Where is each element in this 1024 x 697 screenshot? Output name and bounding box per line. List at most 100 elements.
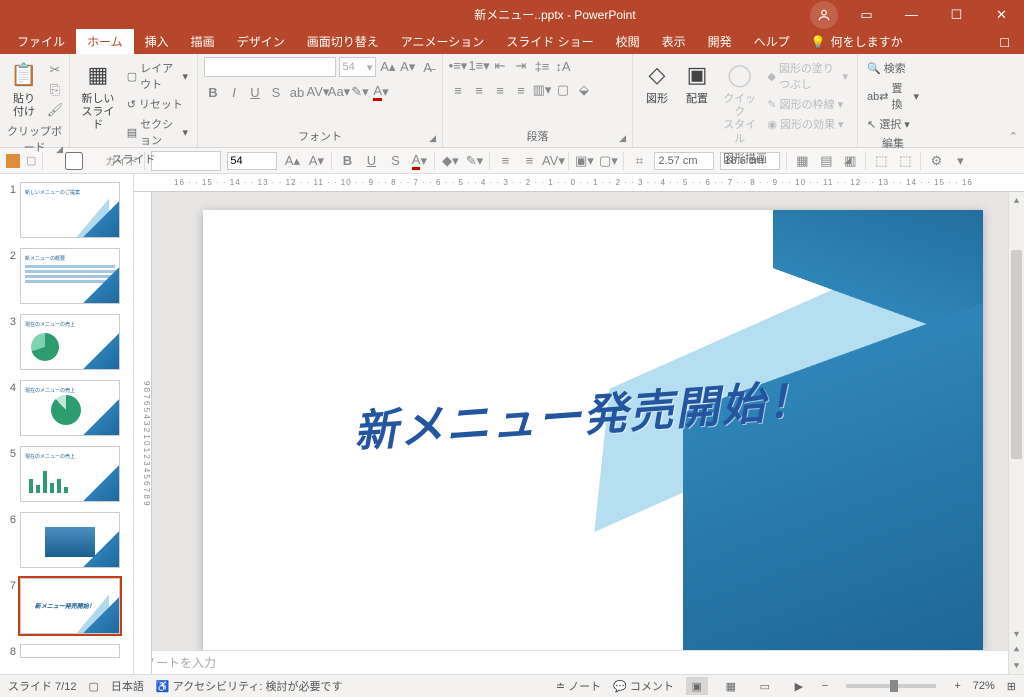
- qat-spacing-icon[interactable]: AV▾: [544, 152, 562, 170]
- thumb-5[interactable]: 5現在のメニューの売上: [0, 444, 133, 510]
- copy-icon[interactable]: ⎘: [46, 81, 64, 99]
- tab-design[interactable]: デザイン: [226, 29, 296, 54]
- justify-icon[interactable]: ≡: [512, 81, 530, 99]
- underline-icon[interactable]: U: [246, 83, 264, 101]
- tab-slideshow[interactable]: スライド ショー: [495, 29, 604, 54]
- slide-canvas-wrap[interactable]: 新メニュー発売開始！: [134, 192, 1024, 650]
- clear-format-icon[interactable]: A̶: [419, 58, 436, 76]
- tab-help[interactable]: ヘルプ: [743, 29, 801, 54]
- slide-thumbnails[interactable]: 1新しいメニューのご提案 2新メニューの概要 3現在のメニューの売上 4現在のメ…: [0, 174, 134, 674]
- find-button[interactable]: 🔍 検索: [864, 59, 922, 77]
- thumb-7[interactable]: 7新メニュー発売開始！: [0, 576, 133, 642]
- accessibility-status[interactable]: ♿ アクセシビリティ: 検討が必要です: [156, 678, 343, 694]
- fit-window-icon[interactable]: ⊞: [1007, 680, 1016, 693]
- spell-check-icon[interactable]: ▢: [88, 680, 98, 693]
- scroll-up-icon[interactable]: ▴: [1009, 192, 1024, 208]
- font-color-icon[interactable]: A▾: [372, 83, 390, 101]
- qat-underline-icon[interactable]: U: [362, 152, 380, 170]
- horizontal-ruler[interactable]: 16 · · 15 · · 14 · · 13 · · 12 · · 11 · …: [134, 174, 1024, 192]
- format-painter-icon[interactable]: 🖌: [46, 101, 64, 119]
- thumb-3[interactable]: 3現在のメニューの売上: [0, 312, 133, 378]
- numbering-icon[interactable]: 1≡▾: [470, 57, 488, 75]
- layout-button[interactable]: ▢ レイアウト ▾: [124, 59, 191, 93]
- indent-inc-icon[interactable]: ⇥: [512, 57, 530, 75]
- qat-bring-front-icon[interactable]: ▣▾: [575, 152, 593, 170]
- thumb-4[interactable]: 4現在のメニューの売上: [0, 378, 133, 444]
- qat-color-icon[interactable]: A▾: [410, 152, 428, 170]
- highlight-icon[interactable]: ✎▾: [351, 83, 369, 101]
- slide-counter[interactable]: スライド 7/12: [8, 678, 76, 694]
- bullets-icon[interactable]: •≡▾: [449, 57, 467, 75]
- shape-fill-button[interactable]: ◆ 図形の塗りつぶし ▾: [764, 59, 851, 93]
- tab-developer[interactable]: 開発: [697, 29, 743, 54]
- thumb-6[interactable]: 6: [0, 510, 133, 576]
- qat-more-icon[interactable]: ▾: [951, 152, 969, 170]
- zoom-in-icon[interactable]: +: [954, 680, 960, 692]
- increase-font-icon[interactable]: A▴: [379, 58, 396, 76]
- close-button[interactable]: ✕: [979, 0, 1024, 29]
- align-right-icon[interactable]: ≡: [491, 81, 509, 99]
- qat-send-back-icon[interactable]: ▢▾: [599, 152, 617, 170]
- italic-icon[interactable]: I: [225, 83, 243, 101]
- strike-icon[interactable]: S: [267, 83, 285, 101]
- columns-icon[interactable]: ▥▾: [533, 81, 551, 99]
- select-button[interactable]: ↖ 選択 ▾: [864, 115, 922, 133]
- qat-inc-font-icon[interactable]: A▴: [283, 152, 301, 170]
- minimize-button[interactable]: —: [889, 0, 934, 29]
- qat-font-size[interactable]: [227, 152, 277, 170]
- shape-effects-button[interactable]: ◉ 図形の効果 ▾: [764, 115, 851, 133]
- notes-toggle[interactable]: ≐ ノート: [556, 678, 601, 694]
- qat-strike-icon[interactable]: S: [386, 152, 404, 170]
- shadow-icon[interactable]: ab: [288, 83, 306, 101]
- tab-transitions[interactable]: 画面切り替え: [296, 29, 390, 54]
- font-name-input[interactable]: [204, 57, 336, 77]
- new-slide-button[interactable]: ▦ 新しい スライド: [76, 57, 120, 135]
- decrease-font-icon[interactable]: A▾: [399, 58, 416, 76]
- reset-button[interactable]: ↺ リセット: [124, 95, 191, 113]
- align-left-icon[interactable]: ≡: [449, 81, 467, 99]
- spacing-icon[interactable]: AV▾: [309, 83, 327, 101]
- tab-insert[interactable]: 挿入: [134, 29, 180, 54]
- prev-slide-icon[interactable]: ⯅: [1009, 642, 1024, 658]
- collapse-ribbon-icon[interactable]: ⌃: [1009, 130, 1018, 143]
- maximize-button[interactable]: ☐: [934, 0, 979, 29]
- tab-draw[interactable]: 描画: [180, 29, 226, 54]
- vertical-scrollbar[interactable]: ▴ ▾ ⯅ ⯆: [1008, 192, 1024, 674]
- thumb-8[interactable]: 8: [0, 642, 133, 666]
- cut-icon[interactable]: ✂: [46, 61, 64, 79]
- comments-toggle[interactable]: 💬 コメント: [613, 678, 674, 694]
- section-button[interactable]: ▤ セクション ▾: [124, 115, 191, 149]
- zoom-slider[interactable]: [846, 684, 936, 688]
- tell-me[interactable]: 💡何をしますか: [801, 29, 913, 54]
- language-status[interactable]: 日本語: [111, 678, 144, 694]
- reading-view-icon[interactable]: ▭: [754, 677, 776, 695]
- align-center-icon[interactable]: ≡: [470, 81, 488, 99]
- next-slide-icon[interactable]: ⯆: [1009, 658, 1024, 674]
- replace-button[interactable]: ab⇄ 置換 ▾: [864, 79, 922, 113]
- notes-pane[interactable]: ノートを入力: [134, 650, 1024, 674]
- line-spacing-icon[interactable]: ‡≡: [533, 57, 551, 75]
- bold-icon[interactable]: B: [204, 83, 222, 101]
- slide-canvas[interactable]: 新メニュー発売開始！: [203, 210, 983, 650]
- paragraph-launcher[interactable]: ◢: [619, 133, 626, 144]
- account-icon[interactable]: [810, 1, 838, 29]
- thumb-1[interactable]: 1新しいメニューのご提案: [0, 180, 133, 246]
- shapes-button[interactable]: ◇図形: [639, 57, 675, 108]
- qat-align2-icon[interactable]: ≡: [520, 152, 538, 170]
- ribbon-display-icon[interactable]: ▭: [844, 0, 889, 29]
- shape-outline-button[interactable]: ✎ 図形の枠線 ▾: [764, 95, 851, 113]
- scroll-thumb[interactable]: [1011, 250, 1022, 459]
- tab-view[interactable]: 表示: [651, 29, 697, 54]
- font-size-input[interactable]: 54▾: [339, 57, 377, 77]
- align-text-icon[interactable]: ▢: [554, 81, 572, 99]
- smartart-icon[interactable]: ⬙: [575, 81, 593, 99]
- qat-misc5-icon[interactable]: ⬚: [896, 152, 914, 170]
- scroll-down-icon[interactable]: ▾: [1009, 626, 1024, 642]
- text-direction-icon[interactable]: ↕A: [554, 57, 572, 75]
- tab-animations[interactable]: アニメーション: [390, 29, 496, 54]
- qat-misc4-icon[interactable]: ⬚: [872, 152, 890, 170]
- qat-align-icon[interactable]: ≡: [496, 152, 514, 170]
- tab-file[interactable]: ファイル: [6, 29, 76, 54]
- quick-styles-button[interactable]: ◯クイック スタイル: [719, 57, 760, 148]
- zoom-out-icon[interactable]: −: [822, 680, 828, 692]
